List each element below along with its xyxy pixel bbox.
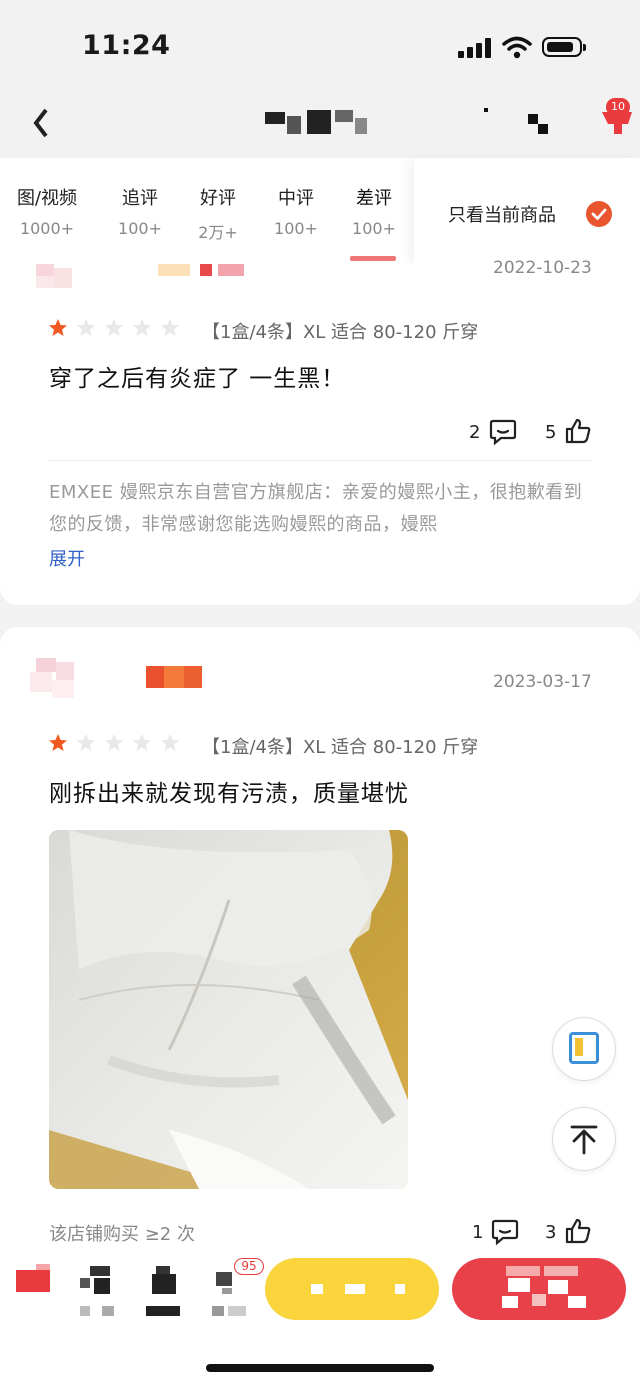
comment-count: 1 [472, 1222, 484, 1243]
status-time: 11:24 [82, 30, 171, 61]
cart-count-badge: 10 [606, 98, 630, 116]
buy-now-button[interactable] [452, 1258, 626, 1320]
avatar [30, 658, 80, 700]
tab-label: 追评 [122, 188, 158, 209]
tab-count: 2万+ [198, 223, 238, 242]
member-badge [158, 264, 248, 276]
tab-label: 差评 [356, 188, 392, 209]
comment-count: 2 [469, 422, 481, 443]
star-empty-icon [77, 734, 95, 751]
tab-count: 100+ [118, 219, 162, 238]
tab-label: 好评 [200, 188, 236, 209]
merchant-reply: EMXEE 嫚熙京东自营官方旗舰店：亲爱的嫚熙小主，很抱歉看到您的反馈，非常感谢… [49, 482, 583, 535]
purchase-count-note: 该店铺购买 ≥2 次 [49, 1224, 195, 1245]
checkmark-icon[interactable] [586, 201, 612, 227]
only-current-label: 只看当前商品 [448, 205, 556, 226]
star-filled-icon [49, 734, 67, 751]
review-text: 刚拆出来就发现有污渍，质量堪忧 [49, 781, 409, 807]
tab-count: 100+ [352, 219, 396, 238]
expand-reply-link[interactable]: 展开 [49, 545, 85, 571]
star-rating [48, 318, 188, 340]
cart-button[interactable]: 95 [212, 1258, 264, 1322]
tab-follow-up[interactable]: 追评 100+ [100, 184, 180, 238]
favorite-button[interactable] [146, 1266, 182, 1322]
product-spec: 【1盒/4条】XL 适合 80-120 斤穿 [202, 322, 479, 343]
battery-icon [542, 37, 586, 57]
review-card [0, 263, 640, 605]
avatar [36, 264, 86, 288]
tab-images-videos[interactable]: 图/视频 1000+ [7, 184, 87, 238]
tab-label: 中评 [278, 188, 314, 209]
divider [49, 460, 591, 461]
store-button[interactable] [16, 1264, 52, 1298]
back-to-top-button[interactable] [552, 1107, 616, 1171]
review-date: 2022-10-23 [493, 258, 592, 278]
home-indicator[interactable] [206, 1364, 434, 1372]
tab-count: 1000+ [19, 219, 75, 238]
star-empty-icon [133, 319, 151, 336]
star-empty-icon [105, 319, 123, 336]
tab-positive[interactable]: 好评 2万+ [178, 184, 258, 243]
star-empty-icon [161, 734, 179, 751]
wifi-icon [502, 36, 532, 60]
review-photo[interactable] [49, 830, 408, 1189]
page-title-pixelated [265, 110, 375, 136]
star-filled-icon [49, 319, 67, 336]
star-empty-icon [77, 319, 95, 336]
tab-neutral[interactable]: 中评 100+ [256, 184, 336, 238]
star-empty-icon [161, 319, 179, 336]
cart-count-badge: 95 [234, 1258, 264, 1275]
active-tab-indicator [350, 256, 396, 261]
star-empty-icon [133, 734, 151, 751]
share-button[interactable] [484, 108, 550, 136]
back-button[interactable] [30, 106, 60, 140]
tab-label: 图/视频 [16, 188, 78, 209]
tab-negative[interactable]: 差评 100+ [334, 184, 414, 238]
ask-question-button[interactable]: 问 [552, 1017, 616, 1081]
comment-icon[interactable] [491, 1218, 519, 1246]
header-cart-button[interactable]: 10 [600, 98, 638, 136]
comment-icon[interactable] [489, 418, 517, 446]
add-to-cart-button[interactable] [265, 1258, 439, 1320]
member-badge [146, 666, 202, 688]
arrow-up-icon [570, 1125, 598, 1155]
review-text: 穿了之后有炎症了 一生黑！ [49, 366, 346, 392]
star-empty-icon [105, 734, 123, 751]
signal-icon [458, 38, 492, 58]
back-arrow-icon [33, 108, 48, 138]
like-count: 3 [545, 1222, 557, 1243]
review-date: 2023-03-17 [493, 672, 592, 692]
like-count: 5 [545, 422, 557, 443]
customer-service-button[interactable] [80, 1266, 116, 1322]
thumbs-up-icon[interactable] [564, 1217, 592, 1245]
tab-count: 100+ [274, 219, 318, 238]
thumbs-up-icon[interactable] [564, 417, 592, 445]
product-spec: 【1盒/4条】XL 适合 80-120 斤穿 [202, 737, 479, 758]
star-rating [48, 733, 188, 755]
